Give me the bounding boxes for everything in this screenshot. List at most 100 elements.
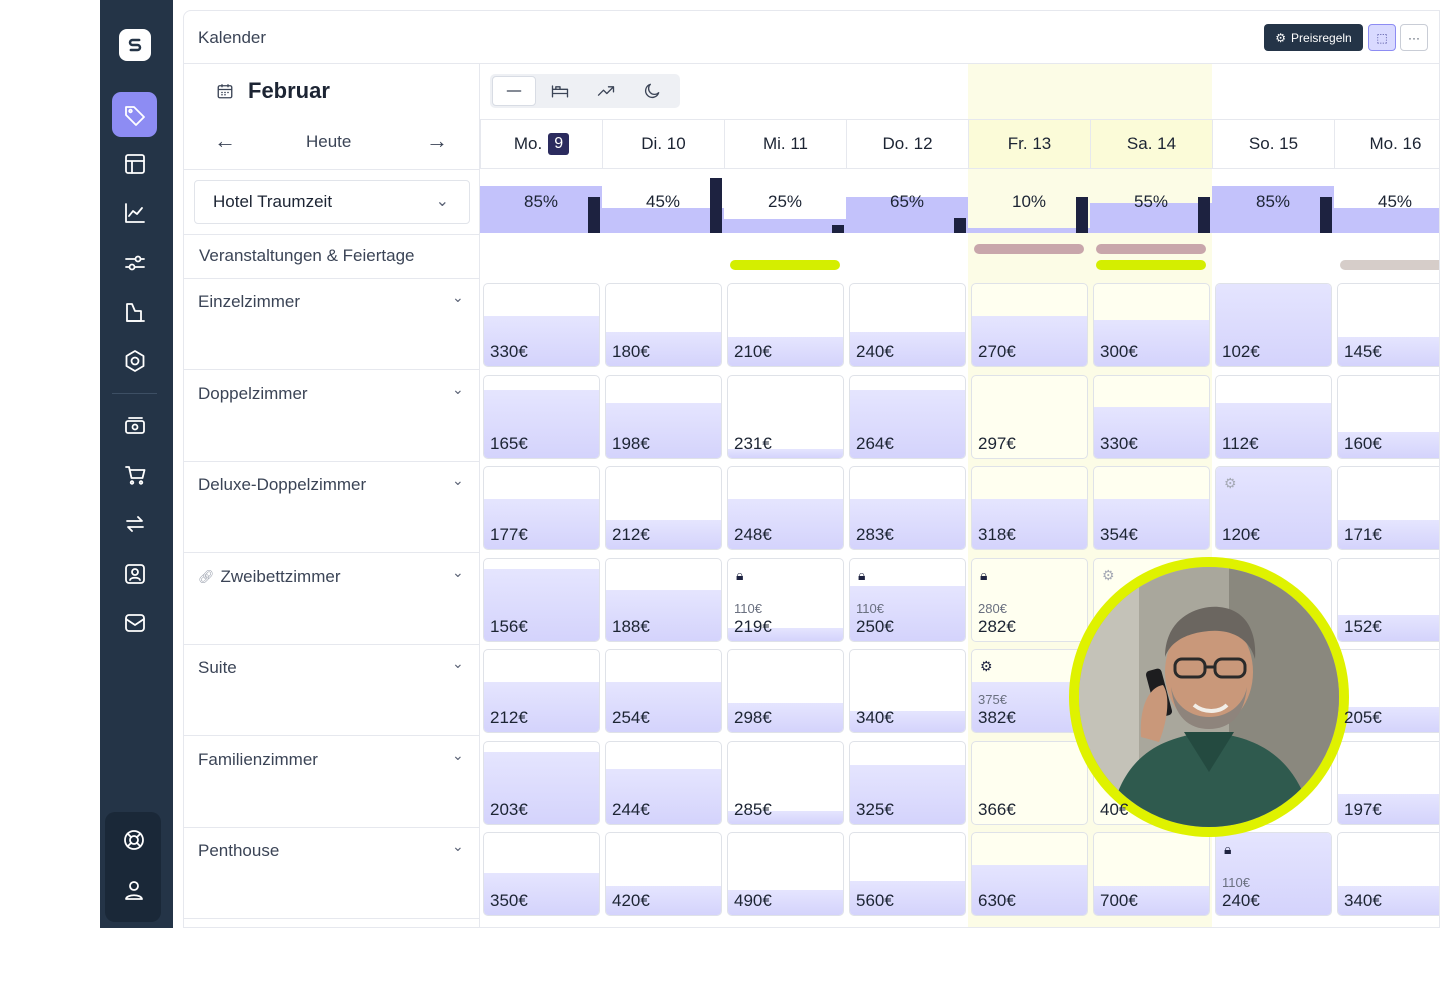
more-options-button[interactable]: ···: [1400, 24, 1428, 51]
price-cell[interactable]: 145€: [1337, 283, 1439, 367]
app-logo[interactable]: [119, 29, 151, 61]
occupancy-cell[interactable]: 65%: [846, 178, 968, 233]
price-cell[interactable]: 630€: [971, 832, 1088, 916]
event-bar[interactable]: [974, 244, 1084, 254]
price-cell[interactable]: 165€: [483, 374, 600, 459]
price-cell[interactable]: 180€: [605, 283, 722, 367]
price-cell[interactable]: 160€: [1337, 374, 1439, 459]
nav-configuration[interactable]: [112, 338, 157, 383]
occupancy-cell[interactable]: 85%: [1212, 178, 1334, 233]
nav-shop[interactable]: [112, 452, 157, 497]
price-cell[interactable]: 318€: [971, 466, 1088, 550]
price-cell[interactable]: 212€: [605, 466, 722, 550]
nav-sync[interactable]: [112, 501, 157, 546]
event-bar[interactable]: [730, 260, 840, 270]
price-cell[interactable]: 🔒︎ 110€ 219€: [727, 557, 844, 642]
next-arrow-icon[interactable]: →: [426, 128, 448, 154]
room-type-row[interactable]: Familienzimmer ⌄: [184, 737, 480, 828]
today-button[interactable]: Heute: [306, 132, 351, 152]
price-cell[interactable]: 283€: [849, 466, 966, 550]
previous-arrow-icon[interactable]: ←: [214, 128, 236, 154]
price-cell[interactable]: 152€: [1337, 557, 1439, 642]
occupancy-cell[interactable]: 10%: [968, 178, 1090, 233]
price-cell[interactable]: 231€: [727, 374, 844, 459]
nav-property[interactable]: [112, 289, 157, 334]
price-cell[interactable]: 325€: [849, 740, 966, 825]
day-header[interactable]: Mo. 9: [480, 119, 602, 169]
event-bar[interactable]: [1340, 260, 1439, 270]
price-cell[interactable]: 188€: [605, 557, 722, 642]
view-bed-button[interactable]: [538, 76, 582, 106]
room-type-row[interactable]: Suite ⌄: [184, 645, 480, 736]
chevron-down-icon[interactable]: ⌄: [452, 289, 464, 306]
view-night-button[interactable]: [630, 76, 674, 106]
price-cell[interactable]: 240€: [849, 283, 966, 367]
chevron-down-icon[interactable]: ⌄: [452, 655, 464, 672]
nav-mail[interactable]: [112, 600, 157, 645]
price-cell[interactable]: 210€: [727, 283, 844, 367]
event-bar[interactable]: [1096, 260, 1206, 270]
chevron-down-icon[interactable]: ⌄: [452, 747, 464, 764]
price-cell[interactable]: 🔒︎ 280€ 282€: [971, 557, 1088, 642]
day-header[interactable]: Mi. 11: [724, 119, 846, 169]
room-type-row[interactable]: Penthouse ⌄: [184, 828, 480, 919]
nav-profile[interactable]: [111, 867, 156, 912]
price-cell[interactable]: 248€: [727, 466, 844, 550]
day-header[interactable]: Di. 10: [602, 119, 724, 169]
price-rules-button[interactable]: ⚙ Preisregeln: [1264, 24, 1363, 51]
price-cell[interactable]: 700€: [1093, 832, 1210, 916]
price-cell[interactable]: 🔒︎ 110€ 250€: [849, 557, 966, 642]
nav-layout[interactable]: [112, 141, 157, 186]
nav-settings-sliders[interactable]: [112, 240, 157, 285]
price-cell[interactable]: 270€: [971, 283, 1088, 367]
price-cell[interactable]: 112€: [1215, 374, 1332, 459]
price-cell[interactable]: 330€: [1093, 374, 1210, 459]
price-cell[interactable]: 264€: [849, 374, 966, 459]
price-cell[interactable]: 366€: [971, 740, 1088, 825]
price-cell[interactable]: 244€: [605, 740, 722, 825]
room-type-row[interactable]: 🔗︎ Zweibettzimmer ⌄: [184, 554, 480, 645]
price-cell[interactable]: 177€: [483, 466, 600, 550]
nav-contacts[interactable]: [112, 551, 157, 596]
room-type-row[interactable]: Doppelzimmer ⌄: [184, 371, 480, 462]
chevron-down-icon[interactable]: ⌄: [452, 381, 464, 398]
price-cell[interactable]: 300€: [1093, 283, 1210, 367]
price-cell[interactable]: 212€: [483, 649, 600, 733]
price-cell[interactable]: 350€: [483, 832, 600, 916]
price-cell[interactable]: 197€: [1337, 740, 1439, 825]
price-cell[interactable]: 🔒︎ 110€ 240€: [1215, 832, 1332, 916]
price-cell[interactable]: 171€: [1337, 466, 1439, 550]
room-type-row[interactable]: Einzelzimmer ⌄: [184, 279, 480, 370]
day-header[interactable]: So. 15: [1212, 119, 1334, 169]
price-cell[interactable]: 298€: [727, 649, 844, 733]
select-mode-button[interactable]: ⬚: [1368, 24, 1396, 51]
price-cell[interactable]: 560€: [849, 832, 966, 916]
price-cell[interactable]: 102€: [1215, 283, 1332, 367]
price-cell[interactable]: 297€: [971, 374, 1088, 459]
price-cell[interactable]: ⚙ 120€: [1215, 466, 1332, 550]
price-cell[interactable]: 490€: [727, 832, 844, 916]
nav-analytics[interactable]: [112, 190, 157, 235]
occupancy-cell[interactable]: 55%: [1090, 178, 1212, 233]
price-cell[interactable]: 354€: [1093, 466, 1210, 550]
chevron-down-icon[interactable]: ⌄: [452, 838, 464, 855]
nav-finance[interactable]: [112, 403, 157, 448]
hotel-select[interactable]: Hotel Traumzeit ⌄: [194, 180, 470, 224]
occupancy-cell[interactable]: 85%: [480, 178, 602, 233]
price-cell[interactable]: 340€: [849, 649, 966, 733]
price-cell[interactable]: 156€: [483, 557, 600, 642]
event-bar[interactable]: [1096, 244, 1206, 254]
day-header[interactable]: Fr. 13: [968, 119, 1090, 169]
occupancy-cell[interactable]: 45%: [602, 178, 724, 233]
price-cell[interactable]: 205€: [1337, 649, 1439, 733]
room-type-row[interactable]: Deluxe-Doppelzimmer ⌄: [184, 462, 480, 553]
day-header[interactable]: Do. 12: [846, 119, 968, 169]
price-cell[interactable]: 340€: [1337, 832, 1439, 916]
occupancy-cell[interactable]: 25%: [724, 178, 846, 233]
nav-support[interactable]: [111, 817, 156, 862]
price-cell[interactable]: 198€: [605, 374, 722, 459]
chevron-down-icon[interactable]: ⌄: [452, 472, 464, 489]
nav-pricing[interactable]: [112, 92, 157, 137]
view-line-button[interactable]: [492, 76, 536, 106]
day-header[interactable]: Sa. 14: [1090, 119, 1212, 169]
